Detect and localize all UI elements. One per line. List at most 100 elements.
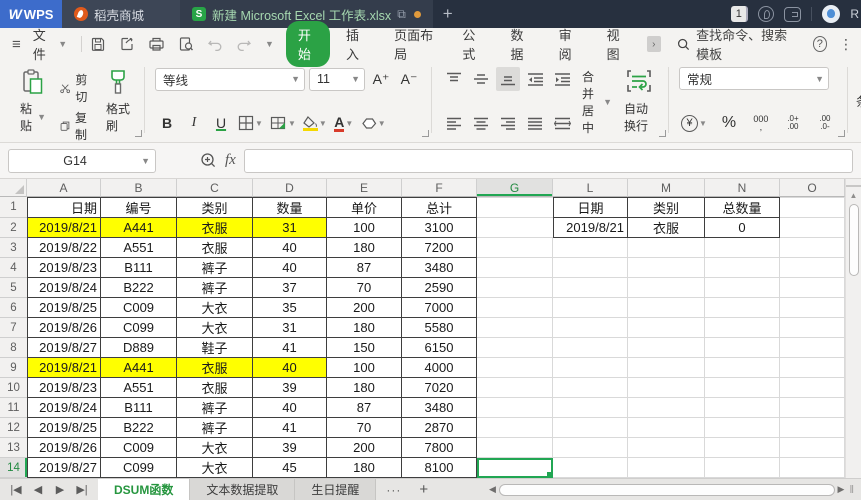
quick-access-customize-icon[interactable]: ▼: [265, 39, 274, 49]
cell-G5[interactable]: [477, 278, 553, 298]
cell-F4[interactable]: 3480: [402, 258, 477, 278]
cell-E1[interactable]: 单价: [327, 197, 402, 218]
cell-A4[interactable]: 2019/8/23: [27, 258, 101, 278]
scrollbar-split-handle[interactable]: [846, 179, 861, 187]
align-top-button[interactable]: [442, 67, 466, 91]
cell-F3[interactable]: 7200: [402, 238, 477, 258]
cell-D8[interactable]: 41: [253, 338, 327, 358]
currency-format-button[interactable]: ¥ ▼: [679, 111, 709, 135]
name-box[interactable]: G14 ▼: [8, 148, 156, 173]
align-bottom-button[interactable]: [496, 67, 521, 91]
insert-function-fx-button[interactable]: fx: [225, 152, 236, 169]
cell-B6[interactable]: C009: [101, 298, 177, 318]
cell-O3[interactable]: [780, 238, 845, 258]
decrease-decimal-button[interactable]: .00.0-: [813, 111, 837, 135]
decrease-font-button[interactable]: A⁻: [397, 67, 421, 91]
cell-G9[interactable]: [477, 358, 553, 378]
scroll-up-icon[interactable]: ▲: [850, 187, 858, 202]
cell-M11[interactable]: [628, 398, 705, 418]
cell-C5[interactable]: 裤子: [177, 278, 253, 298]
borders-button[interactable]: ▼: [236, 111, 265, 135]
cell-N14[interactable]: [705, 458, 780, 478]
cell-A13[interactable]: 2019/8/26: [27, 438, 101, 458]
wrap-text-button[interactable]: 自动换行: [618, 65, 660, 135]
cell-G1[interactable]: [477, 197, 553, 218]
cell-F14[interactable]: 8100: [402, 458, 477, 478]
cell-M3[interactable]: [628, 238, 705, 258]
font-size-select[interactable]: 11 ▼: [309, 67, 366, 91]
cell-C1[interactable]: 类别: [177, 197, 253, 218]
column-header-B[interactable]: B: [101, 179, 177, 197]
cell-D9[interactable]: 40: [253, 358, 327, 378]
cell-A11[interactable]: 2019/8/24: [27, 398, 101, 418]
first-sheet-button[interactable]: |◀: [6, 483, 26, 496]
cell-F12[interactable]: 2870: [402, 418, 477, 438]
cell-C14[interactable]: 大衣: [177, 458, 253, 478]
cell-E9[interactable]: 100: [327, 358, 402, 378]
cell-L14[interactable]: [553, 458, 628, 478]
cell-A9[interactable]: 2019/8/21: [27, 358, 101, 378]
last-sheet-button[interactable]: ▶|: [72, 483, 92, 496]
cell-N1[interactable]: 总数量: [705, 197, 780, 218]
column-header-O[interactable]: O: [780, 179, 845, 197]
window-count-badge[interactable]: 1: [731, 6, 749, 22]
vertical-scrollbar[interactable]: ▲: [845, 179, 861, 478]
cell-L12[interactable]: [553, 418, 628, 438]
cell-F9[interactable]: 4000: [402, 358, 477, 378]
cell-L10[interactable]: [553, 378, 628, 398]
cell-B8[interactable]: D889: [101, 338, 177, 358]
cell-G10[interactable]: [477, 378, 553, 398]
cell-C10[interactable]: 衣服: [177, 378, 253, 398]
cell-L1[interactable]: 日期: [553, 197, 628, 218]
row-header-14[interactable]: 14: [0, 458, 27, 478]
cell-D10[interactable]: 39: [253, 378, 327, 398]
cell-N8[interactable]: [705, 338, 780, 358]
row-header-7[interactable]: 7: [0, 318, 27, 338]
cell-L8[interactable]: [553, 338, 628, 358]
cell-F10[interactable]: 7020: [402, 378, 477, 398]
cell-B4[interactable]: B111: [101, 258, 177, 278]
cell-D14[interactable]: 45: [253, 458, 327, 478]
cell-D4[interactable]: 40: [253, 258, 327, 278]
horizontal-scroll-thumb[interactable]: [498, 483, 835, 496]
cell-G7[interactable]: [477, 318, 553, 338]
print-preview-button[interactable]: [178, 36, 194, 52]
sheet-tab-text-extract[interactable]: 文本数据提取: [190, 478, 296, 500]
cell-L13[interactable]: [553, 438, 628, 458]
copy-button[interactable]: 复制: [56, 107, 96, 145]
cell-B9[interactable]: A441: [101, 358, 177, 378]
cell-L11[interactable]: [553, 398, 628, 418]
column-header-A[interactable]: A: [27, 179, 101, 197]
row-header-4[interactable]: 4: [0, 258, 27, 278]
hamburger-menu-icon[interactable]: ≡: [8, 36, 25, 53]
row-header-10[interactable]: 10: [0, 378, 27, 398]
cell-M9[interactable]: [628, 358, 705, 378]
cell-C7[interactable]: 大衣: [177, 318, 253, 338]
cell-O1[interactable]: [780, 197, 845, 218]
undo-button[interactable]: [207, 37, 223, 51]
cell-E12[interactable]: 70: [327, 418, 402, 438]
more-tabs-button[interactable]: ›: [646, 36, 661, 52]
column-header-L[interactable]: L: [553, 179, 628, 197]
cell-M12[interactable]: [628, 418, 705, 438]
cell-A6[interactable]: 2019/8/25: [27, 298, 101, 318]
command-search[interactable]: 查找命令、搜索模板: [677, 25, 799, 63]
align-right-button[interactable]: [496, 111, 520, 135]
row-header-1[interactable]: 1: [0, 197, 27, 218]
cell-N13[interactable]: [705, 438, 780, 458]
cell-O7[interactable]: [780, 318, 845, 338]
cell-F8[interactable]: 6150: [402, 338, 477, 358]
cell-O4[interactable]: [780, 258, 845, 278]
cell-O5[interactable]: [780, 278, 845, 298]
clear-format-button[interactable]: ▼: [359, 111, 388, 135]
increase-indent-button[interactable]: [550, 67, 574, 91]
cell-M5[interactable]: [628, 278, 705, 298]
cell-G6[interactable]: [477, 298, 553, 318]
merge-dropdown-icon[interactable]: ▼: [603, 97, 612, 107]
prev-sheet-button[interactable]: ◀: [28, 483, 48, 496]
align-left-button[interactable]: [442, 111, 466, 135]
export-pdf-button[interactable]: [119, 36, 135, 52]
cell-C2[interactable]: 衣服: [177, 218, 253, 238]
vertical-scroll-thumb[interactable]: [848, 204, 859, 276]
column-header-C[interactable]: C: [177, 179, 253, 197]
